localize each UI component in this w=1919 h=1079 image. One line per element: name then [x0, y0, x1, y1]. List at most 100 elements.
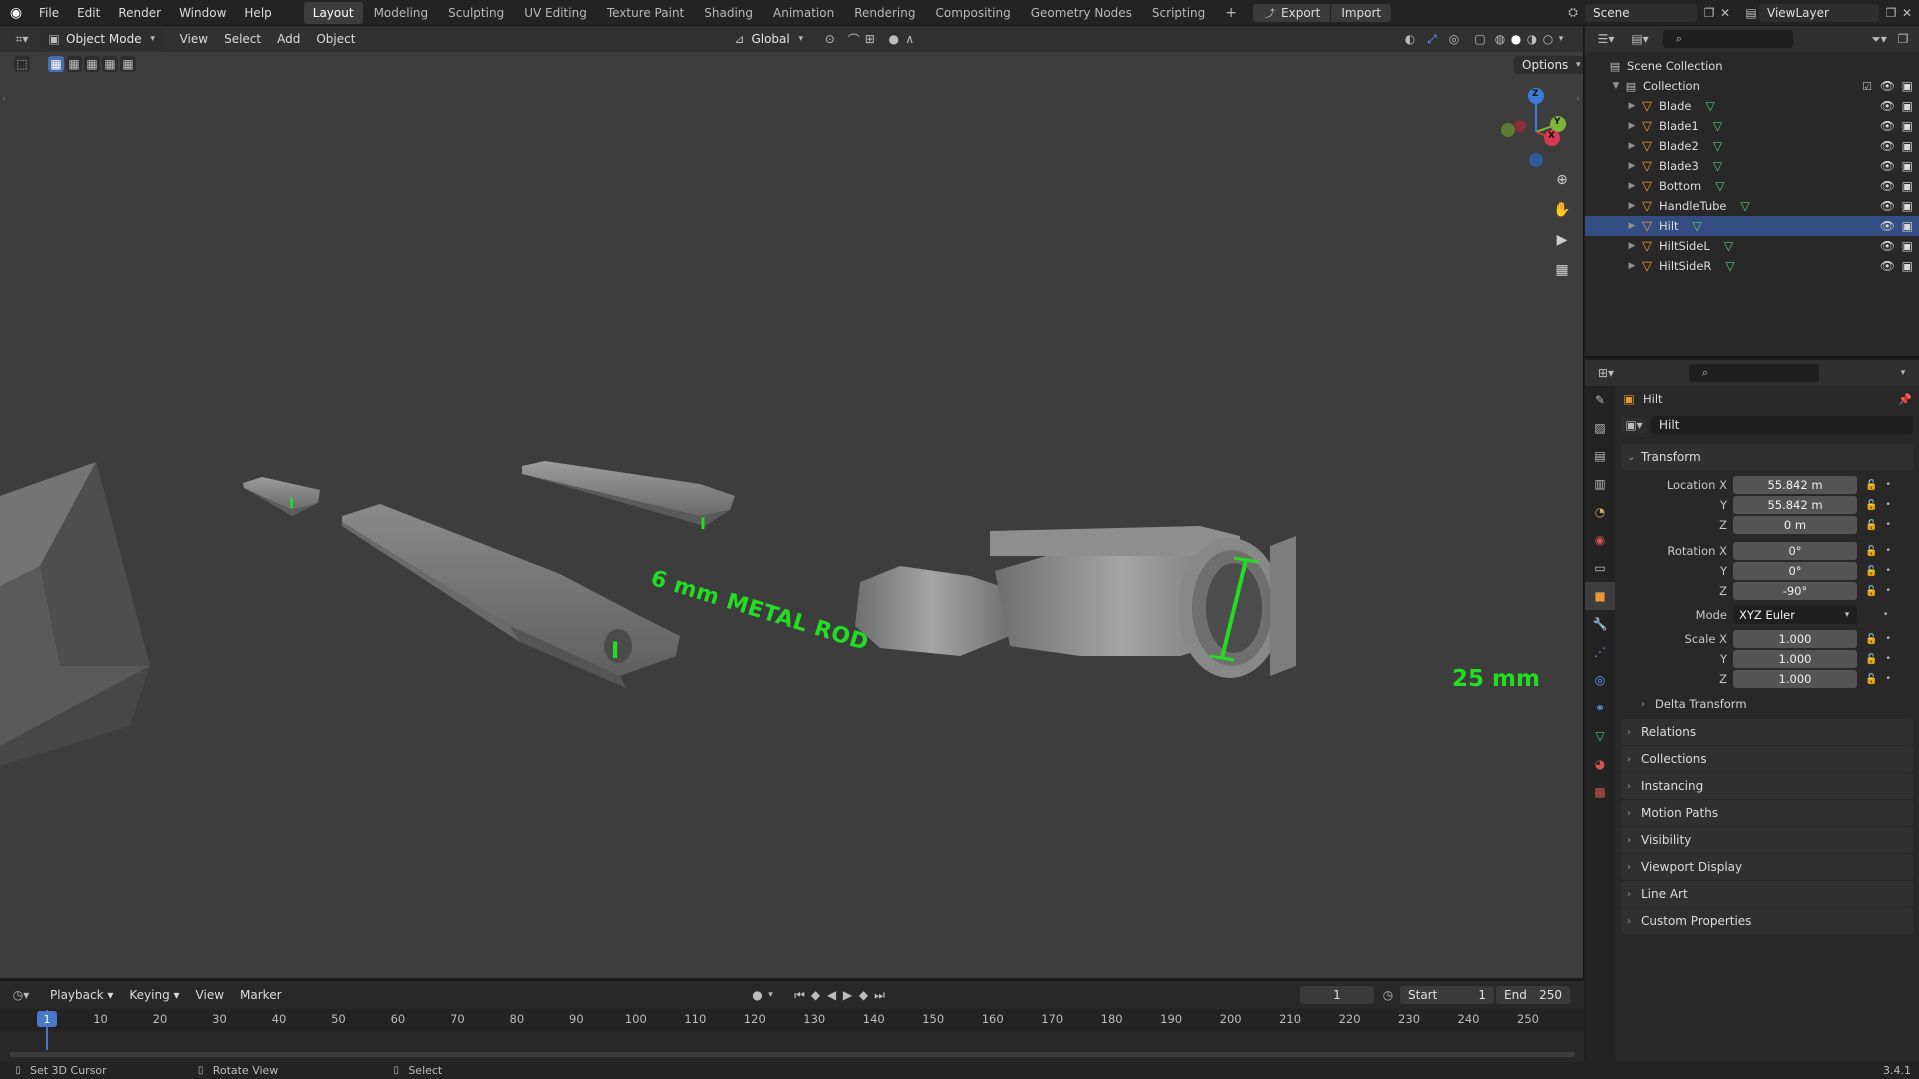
keyframe-dot-icon[interactable]: • [1885, 586, 1890, 596]
rotation-z-field[interactable]: -90° [1733, 582, 1857, 600]
timeline-menu-view[interactable]: View [188, 988, 232, 1002]
keyframe-dot-icon[interactable]: • [1885, 674, 1890, 684]
expand-arrow-icon[interactable]: ▶ [1625, 101, 1639, 111]
tab-material[interactable]: ◕ [1585, 750, 1615, 778]
lock-icon[interactable]: 🔓 [1865, 586, 1877, 597]
keyframe-dot-icon[interactable]: • [1885, 520, 1890, 530]
options-dropdown[interactable]: Options ▾ [1514, 56, 1583, 74]
expand-arrow-icon[interactable]: ▶ [1625, 241, 1639, 251]
chevron-down-icon[interactable]: ▾ [1895, 365, 1911, 381]
tab-texture[interactable]: ▩ [1585, 778, 1615, 806]
keyframe-dot-icon[interactable]: • [1885, 654, 1890, 664]
lock-icon[interactable]: 🔓 [1865, 634, 1877, 645]
select-intersect-icon[interactable]: ▦ [120, 56, 136, 72]
keyframe-dot-icon[interactable]: • [1885, 634, 1890, 644]
material-shading-icon[interactable]: ◑ [1524, 31, 1540, 47]
blade-mesh[interactable] [0, 462, 150, 766]
mesh-data-icon[interactable]: ▽ [1713, 119, 1722, 133]
workspace-tab-animation[interactable]: Animation [764, 2, 843, 24]
menu-file[interactable]: File [30, 0, 68, 26]
workspace-tab-texture-paint[interactable]: Texture Paint [598, 2, 693, 24]
tab-object[interactable]: ■ [1585, 582, 1615, 610]
outliner-item-bottom[interactable]: ▶ ▽ Bottom ▽ 👁 ▣ [1585, 176, 1919, 196]
handle-tube-mesh[interactable] [855, 526, 1296, 678]
rendered-shading-icon[interactable]: ○ [1540, 31, 1556, 47]
shading-options-icon[interactable]: ▾ [1556, 31, 1566, 47]
rotation-y-field[interactable]: 0° [1733, 562, 1857, 580]
pan-hand-icon[interactable]: ✋ [1550, 198, 1574, 222]
jump-to-end-icon[interactable]: ⏭ [872, 987, 888, 1003]
rotation-x-field[interactable]: 0° [1733, 542, 1857, 560]
lock-icon[interactable]: 🔓 [1865, 674, 1877, 685]
lock-icon[interactable]: 🔓 [1865, 654, 1877, 665]
expand-arrow-icon[interactable]: ▶ [1625, 181, 1639, 191]
import-button[interactable]: Import [1331, 3, 1392, 22]
outliner-item-hiltsider[interactable]: ▶ ▽ HiltSideR ▽ 👁 ▣ [1585, 256, 1919, 276]
workspace-tab-layout[interactable]: Layout [303, 1, 363, 24]
pin-icon[interactable]: 📌 [1897, 391, 1913, 407]
proportional-editing-icon[interactable]: ● [886, 31, 902, 47]
overlay-toggle-icon[interactable]: ◎ [1446, 31, 1462, 47]
render-camera-icon[interactable]: ▣ [1902, 159, 1913, 173]
object-name-field[interactable]: Hilt [1651, 416, 1913, 434]
tab-scene[interactable]: ◔ [1585, 498, 1615, 526]
properties-editor-icon[interactable]: ⊞▾ [1593, 365, 1619, 381]
new-view-layer-icon[interactable]: ❐ [1883, 5, 1899, 21]
expand-arrow-icon[interactable]: ▶ [1625, 161, 1639, 171]
select-new-icon[interactable]: ▦ [48, 56, 64, 72]
render-camera-icon[interactable]: ▣ [1902, 239, 1913, 253]
visibility-eye-icon[interactable]: 👁 [1880, 99, 1895, 113]
keyframe-dot-icon[interactable]: • [1885, 480, 1890, 490]
hilt-side-long-mesh[interactable]: I [522, 461, 735, 533]
timeline-menu-playback[interactable]: Playback ▾ [42, 988, 121, 1002]
workspace-tab-uv-editing[interactable]: UV Editing [515, 2, 596, 24]
zoom-icon[interactable]: ⊕ [1550, 168, 1574, 192]
visibility-icon[interactable]: ◐ [1402, 31, 1418, 47]
workspace-tab-compositing[interactable]: Compositing [926, 2, 1019, 24]
lock-icon[interactable]: 🔓 [1865, 566, 1877, 577]
timeline-editor-icon[interactable]: ◷▾ [8, 987, 34, 1003]
menu-window[interactable]: Window [170, 0, 235, 26]
location-x-field[interactable]: 55.842 m [1733, 476, 1857, 494]
mesh-data-icon[interactable]: ▽ [1713, 139, 1722, 153]
visibility-eye-icon[interactable]: 👁 [1880, 259, 1895, 273]
xray-toggle-icon[interactable]: ▢ [1472, 31, 1488, 47]
lock-icon[interactable]: 🔓 [1865, 500, 1877, 511]
wireframe-shading-icon[interactable]: ◍ [1492, 31, 1508, 47]
tab-output[interactable]: ▤ [1585, 442, 1615, 470]
workspace-tab-sculpting[interactable]: Sculpting [439, 2, 513, 24]
pivot-point-icon[interactable]: ⊙ [822, 31, 838, 47]
end-frame-field[interactable]: End 250 [1496, 986, 1570, 1004]
perspective-grid-icon[interactable]: ▦ [1550, 258, 1574, 282]
tab-collection[interactable]: ▭ [1585, 554, 1615, 582]
sidebar-arrow-icon[interactable]: ‹ [1574, 90, 1582, 106]
mesh-data-icon[interactable]: ▽ [1724, 239, 1733, 253]
snap-icon[interactable]: ⌒ [846, 31, 862, 47]
scene-selector[interactable]: Scene [1585, 3, 1697, 22]
keyframe-dot-icon[interactable]: • [1883, 610, 1888, 620]
new-collection-icon[interactable]: ❐ [1895, 31, 1911, 47]
visibility-eye-icon[interactable]: 👁 [1880, 239, 1895, 253]
play-reverse-icon[interactable]: ◀ [824, 987, 840, 1003]
visibility-eye-icon[interactable]: 👁 [1880, 219, 1895, 233]
tab-view-layer[interactable]: ▥ [1585, 470, 1615, 498]
menu-edit[interactable]: Edit [68, 0, 109, 26]
mesh-data-icon[interactable]: ▽ [1741, 199, 1750, 213]
3d-viewport[interactable]: I I I 6 mm METAL ROD 25 mm ⌗▾ ▣ Object M… [0, 26, 1584, 978]
solid-shading-icon[interactable]: ● [1508, 31, 1524, 47]
render-camera-icon[interactable]: ▣ [1902, 99, 1913, 113]
keyframe-dot-icon[interactable]: • [1885, 566, 1890, 576]
outliner-item-blade1[interactable]: ▶ ▽ Blade1 ▽ 👁 ▣ [1585, 116, 1919, 136]
viewport-menu-view[interactable]: View [172, 32, 216, 46]
lock-icon[interactable]: 🔓 [1865, 480, 1877, 491]
workspace-tab-scripting[interactable]: Scripting [1143, 2, 1214, 24]
panel-instancing[interactable]: › Instancing [1621, 773, 1913, 799]
tab-data[interactable]: ▽ [1585, 722, 1615, 750]
visibility-eye-icon[interactable]: 👁 [1880, 199, 1895, 213]
timeline-menu-marker[interactable]: Marker [232, 988, 289, 1002]
mesh-data-icon[interactable]: ▽ [1693, 219, 1702, 233]
render-camera-icon[interactable]: ▣ [1902, 179, 1913, 193]
viewport-menu-select[interactable]: Select [216, 32, 269, 46]
play-icon[interactable]: ▶ [840, 987, 856, 1003]
keyframe-dot-icon[interactable]: • [1885, 500, 1890, 510]
